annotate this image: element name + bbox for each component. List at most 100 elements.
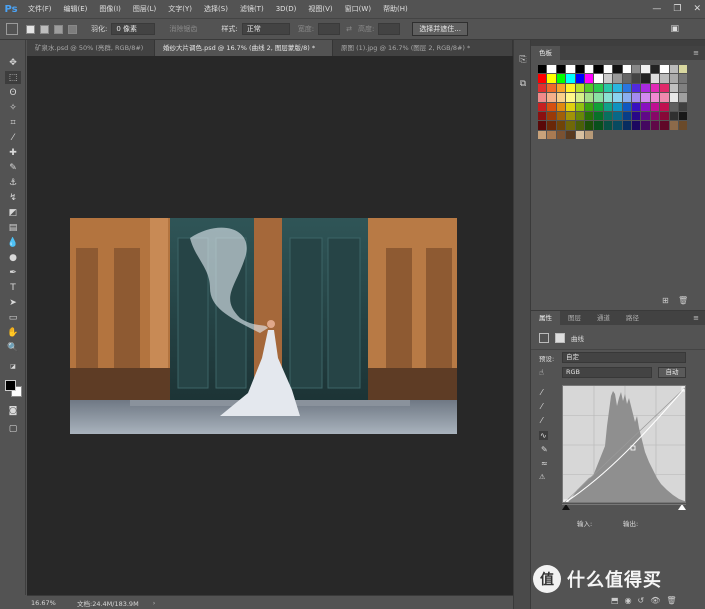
color-swatch[interactable] <box>594 93 603 102</box>
color-swatch[interactable] <box>575 93 584 102</box>
color-swatch[interactable] <box>594 83 603 93</box>
color-swatch[interactable] <box>622 93 631 102</box>
new-selection-icon[interactable] <box>26 24 35 34</box>
color-swatch[interactable] <box>650 102 660 111</box>
color-swatch[interactable] <box>669 83 678 93</box>
color-swatch[interactable] <box>622 74 631 83</box>
blur-tool-icon[interactable]: 💧 <box>5 236 21 249</box>
color-swatch[interactable] <box>547 130 556 140</box>
color-swatch[interactable] <box>650 83 660 93</box>
color-swatch[interactable] <box>613 93 622 102</box>
color-swatch[interactable] <box>538 65 547 74</box>
color-swatch[interactable] <box>669 65 678 74</box>
color-swatch[interactable] <box>660 93 669 102</box>
color-swatch[interactable] <box>679 65 688 74</box>
color-swatch[interactable] <box>556 65 566 74</box>
preset-select[interactable]: 自定 <box>562 352 686 363</box>
curve-edit-icon[interactable]: ∿ <box>539 431 548 440</box>
history-brush-tool-icon[interactable]: ↯ <box>5 191 21 204</box>
color-swatch[interactable] <box>566 93 575 102</box>
color-swatch[interactable] <box>556 130 566 140</box>
select-and-mask-button[interactable]: 选择并遮住... <box>412 22 468 36</box>
color-swatch[interactable] <box>660 121 669 130</box>
color-swatch[interactable] <box>547 112 556 121</box>
color-swatch[interactable] <box>575 65 584 74</box>
color-swatch[interactable] <box>679 121 688 130</box>
color-swatch[interactable] <box>679 102 688 111</box>
menu-window[interactable]: 窗口(W) <box>339 0 377 18</box>
color-swatch[interactable] <box>538 102 547 111</box>
color-swatch[interactable] <box>566 83 575 93</box>
color-swatch[interactable] <box>585 121 594 130</box>
color-swatch[interactable] <box>585 83 594 93</box>
color-swatch[interactable] <box>613 83 622 93</box>
color-swatch[interactable] <box>585 65 594 74</box>
color-swatch[interactable] <box>641 102 650 111</box>
color-swatch[interactable] <box>538 83 547 93</box>
color-swatch[interactable] <box>622 112 631 121</box>
width-input[interactable] <box>318 23 341 35</box>
color-swatch[interactable] <box>603 102 613 111</box>
color-swatch[interactable] <box>650 74 660 83</box>
trash-icon[interactable]: 🗑 <box>678 296 688 305</box>
color-swatch[interactable] <box>594 121 603 130</box>
tab-channels[interactable]: 通道 <box>589 311 618 325</box>
targeted-adjust-icon[interactable]: ☝ <box>539 368 544 377</box>
restore-icon[interactable]: ❐ <box>673 4 681 14</box>
menu-type[interactable]: 文字(Y) <box>162 0 198 18</box>
color-swatch[interactable] <box>603 74 613 83</box>
properties-panel-icon[interactable]: ⧉ <box>517 78 529 90</box>
color-swatch[interactable] <box>660 102 669 111</box>
color-swatch[interactable] <box>594 65 603 74</box>
status-arrow-icon[interactable]: › <box>153 599 156 607</box>
curves-adjustment-icon[interactable] <box>539 333 549 343</box>
tab-swatches[interactable]: 色板 <box>531 46 560 60</box>
type-tool-icon[interactable]: T <box>5 281 21 294</box>
color-swatch[interactable] <box>556 112 566 121</box>
zoom-tool-icon[interactable]: 🔍 <box>5 341 21 354</box>
view-previous-icon[interactable]: ◉ <box>625 596 632 605</box>
color-swatch[interactable] <box>556 102 566 111</box>
color-swatch[interactable] <box>566 74 575 83</box>
color-swatch[interactable] <box>641 74 650 83</box>
magic-wand-tool-icon[interactable]: ✧ <box>5 101 21 114</box>
color-swatch[interactable] <box>538 121 547 130</box>
color-swatch[interactable] <box>669 102 678 111</box>
menu-edit[interactable]: 编辑(E) <box>58 0 94 18</box>
menu-file[interactable]: 文件(F) <box>22 0 58 18</box>
color-swatch[interactable] <box>547 83 556 93</box>
channel-select[interactable]: RGB <box>562 367 652 378</box>
color-swatch[interactable] <box>650 65 660 74</box>
menu-3d[interactable]: 3D(D) <box>270 0 303 18</box>
gradient-tool-icon[interactable]: ▤ <box>5 221 21 234</box>
workspace-icon[interactable]: ▣ <box>670 24 679 34</box>
black-point-eyedropper-icon[interactable]: ⁄ <box>541 388 542 397</box>
color-swatch[interactable] <box>669 74 678 83</box>
screen-mode-icon[interactable]: ▢ <box>5 422 21 435</box>
color-swatch[interactable] <box>632 65 641 74</box>
menu-view[interactable]: 视图(V) <box>302 0 338 18</box>
color-swatch[interactable] <box>547 121 556 130</box>
color-swatch[interactable] <box>538 130 547 140</box>
feather-input[interactable]: 0 像素 <box>111 23 156 35</box>
color-swatch[interactable] <box>679 112 688 121</box>
color-swatch[interactable] <box>585 102 594 111</box>
quick-mask-icon[interactable]: ◙ <box>5 404 21 417</box>
color-swatch[interactable] <box>603 93 613 102</box>
color-swatch[interactable] <box>547 102 556 111</box>
color-swatch[interactable] <box>650 93 660 102</box>
color-swatch[interactable] <box>613 65 622 74</box>
lasso-tool-icon[interactable]: ʘ <box>5 86 21 99</box>
tab-document-3[interactable]: 原图 (1).jpg @ 16.7% (图层 2, RGB/8#) * <box>333 40 513 56</box>
path-selection-tool-icon[interactable]: ➤ <box>5 296 21 309</box>
color-swatch[interactable] <box>566 112 575 121</box>
color-swatch[interactable] <box>538 74 547 83</box>
trash-icon[interactable]: 🗑 <box>666 596 676 605</box>
menu-help[interactable]: 帮助(H) <box>377 0 414 18</box>
color-swatch[interactable] <box>575 130 584 140</box>
color-swatch[interactable] <box>585 112 594 121</box>
menu-select[interactable]: 选择(S) <box>198 0 234 18</box>
color-swatch[interactable] <box>641 83 650 93</box>
tab-document-1[interactable]: 矿泉水.psd @ 50% (亮群, RGB/8#) <box>27 40 155 56</box>
color-swatch[interactable] <box>622 102 631 111</box>
